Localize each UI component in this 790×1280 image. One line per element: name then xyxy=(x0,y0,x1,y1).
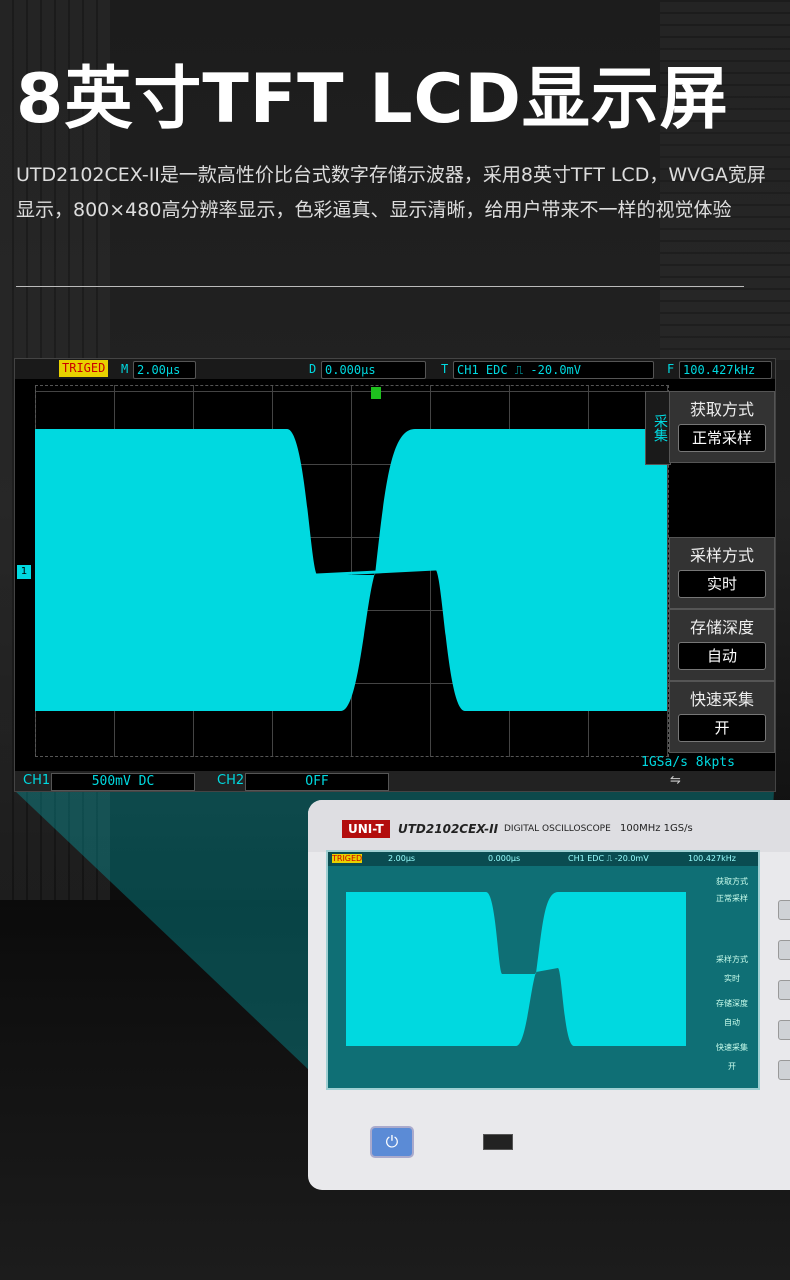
ch1-label: CH1 xyxy=(23,773,51,788)
mini-menu-item: 快速采集 xyxy=(716,1043,748,1052)
mini-menu-item: 实时 xyxy=(724,974,740,983)
mini-menu-item: 开 xyxy=(728,1062,736,1071)
top-status-bar: TRIGED M 2.00μs D 0.000μs T CH1 EDC ⎍ -2… xyxy=(15,359,775,379)
mini-freq: 100.427kHz xyxy=(688,854,736,863)
channel-1-marker[interactable]: 1 xyxy=(17,565,31,579)
menu-item-acquire-mode[interactable]: 获取方式 正常采样 xyxy=(669,391,775,463)
frequency-field: 100.427kHz xyxy=(679,361,772,379)
menu-item-value[interactable]: 正常采样 xyxy=(678,424,766,452)
softkey-1[interactable] xyxy=(778,900,790,920)
menu-item-title: 采样方式 xyxy=(689,546,754,565)
device-model: UTD2102CEX-II xyxy=(398,822,499,836)
device-header: UNI-T UTD2102CEX-II DIGITAL OSCILLOSCOPE… xyxy=(308,800,790,852)
menu-item-value[interactable]: 自动 xyxy=(678,642,766,670)
usb-icon: ⇋ xyxy=(670,773,681,788)
mini-delay: 0.000μs xyxy=(488,854,521,863)
menu-item-fast-acquire[interactable]: 快速采集 开 xyxy=(669,681,775,753)
softkey-4[interactable] xyxy=(778,1020,790,1040)
device-spec: 100MHz 1GS/s xyxy=(620,823,693,834)
menu-item-memory-depth[interactable]: 存储深度 自动 xyxy=(669,609,775,681)
menu-title: 采集 xyxy=(645,391,671,465)
menu-item-title: 存储深度 xyxy=(689,618,754,637)
sample-rate: 1GSa/s 8kpts xyxy=(641,755,735,770)
bottom-status-bar: CH1 500mV DC CH2 OFF xyxy=(15,771,775,791)
device-type: DIGITAL OSCILLOSCOPE xyxy=(504,824,611,834)
mini-menu-item: 存储深度 xyxy=(716,999,748,1008)
acquire-menu: 采集 获取方式 正常采样 采样方式 实时 存储深度 自动 快速采集 开 xyxy=(645,391,775,756)
ch1-scale[interactable]: 500mV DC xyxy=(51,773,195,791)
menu-item-sample-mode[interactable]: 采样方式 实时 xyxy=(669,537,775,609)
menu-item-value[interactable]: 实时 xyxy=(678,570,766,598)
trig-status: TRIGED xyxy=(59,360,109,377)
softkey-column xyxy=(778,900,790,1100)
mini-menu-item: 获取方式 xyxy=(716,877,748,886)
device-screen: TRIGED 2.00μs 0.000μs CH1 EDC ⎍ -20.0mV … xyxy=(328,852,758,1088)
menu-item-value[interactable]: 开 xyxy=(678,714,766,742)
menu-item-title: 快速采集 xyxy=(689,690,754,709)
mini-menu-item: 正常采样 xyxy=(716,894,748,903)
mini-menu-item: 采样方式 xyxy=(716,955,748,964)
waveform-trace xyxy=(35,429,667,711)
usb-port[interactable] xyxy=(483,1134,513,1150)
oscilloscope-device: UNI-T UTD2102CEX-II DIGITAL OSCILLOSCOPE… xyxy=(308,800,790,1190)
oscilloscope-screen: TRIGED M 2.00μs D 0.000μs T CH1 EDC ⎍ -2… xyxy=(14,358,776,792)
ch2-label: CH2 xyxy=(217,773,245,788)
device-screen-status: TRIGED 2.00μs 0.000μs CH1 EDC ⎍ -20.0mV … xyxy=(328,852,758,866)
delay-field[interactable]: 0.000μs xyxy=(321,361,426,379)
mini-waveform xyxy=(346,892,686,1046)
brand-logo: UNI-T xyxy=(342,820,390,838)
f-label: F xyxy=(667,362,675,376)
m-label: M xyxy=(121,362,129,376)
mini-trig: TRIGED xyxy=(332,854,363,863)
t-label: T xyxy=(441,362,449,376)
softkey-5[interactable] xyxy=(778,1060,790,1080)
mini-trigger: CH1 EDC ⎍ -20.0mV xyxy=(568,854,649,863)
trigger-field[interactable]: CH1 EDC ⎍ -20.0mV xyxy=(453,361,654,379)
ch2-scale[interactable]: OFF xyxy=(245,773,389,791)
mini-menu-item: 自动 xyxy=(724,1018,740,1027)
power-button[interactable]: ⏻ xyxy=(370,1126,414,1158)
softkey-3[interactable] xyxy=(778,980,790,1000)
mini-menu: 获取方式 正常采样 采样方式 实时 存储深度 自动 快速采集 开 xyxy=(708,874,756,1072)
mini-timebase: 2.00μs xyxy=(388,854,416,863)
power-icon: ⏻ xyxy=(385,1132,399,1151)
menu-item-title: 获取方式 xyxy=(689,400,754,419)
softkey-2[interactable] xyxy=(778,940,790,960)
d-label: D xyxy=(309,362,317,376)
trigger-position-marker[interactable] xyxy=(371,387,381,399)
timebase-field[interactable]: 2.00μs xyxy=(133,361,196,379)
